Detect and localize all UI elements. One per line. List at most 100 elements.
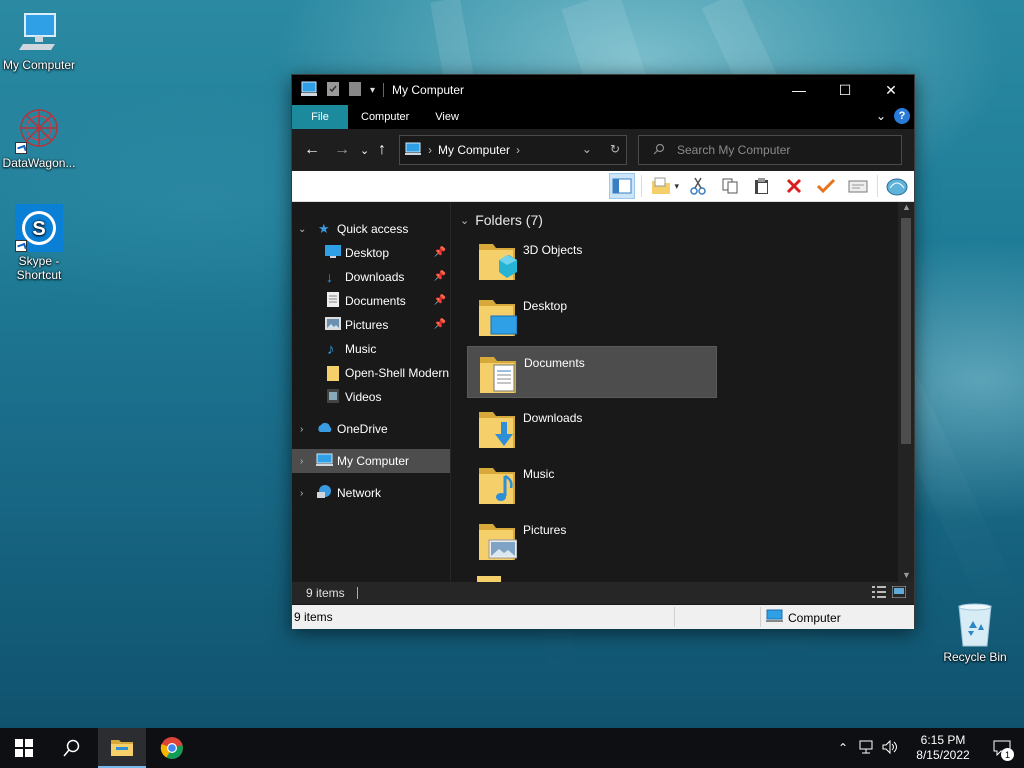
scroll-down-icon[interactable]: ▼ [902,570,911,580]
copy-icon[interactable] [717,173,743,199]
computer-icon [15,8,63,56]
cut-icon[interactable] [685,173,711,199]
folder-tile-documents[interactable]: Documents [467,346,717,398]
scrollbar-thumb[interactable] [901,218,911,444]
clock-time: 6:15 PM [920,733,966,747]
nav-item-downloads[interactable]: ↓ Downloads 📌 [292,265,450,289]
quick-access-toolbar: ▾ [292,81,385,100]
nav-quick-access[interactable]: ⌄ ★ Quick access [292,217,450,241]
expand-ribbon-chevron-icon[interactable]: ⌄ [876,109,886,123]
tab-view[interactable]: View [422,105,472,129]
maximize-button[interactable]: ☐ [822,75,868,105]
checkmark-icon[interactable] [813,173,839,199]
up-arrow-icon[interactable]: ↑ [378,141,386,159]
volume-icon[interactable] [882,739,898,757]
nav-onedrive[interactable]: › OneDrive [292,417,450,441]
customize-qat-icon[interactable]: ▾ [370,85,375,96]
search-box[interactable]: Search My Computer [638,135,902,165]
delete-icon[interactable] [781,173,807,199]
taskbar-chrome[interactable] [148,728,196,768]
computer-icon[interactable] [300,81,318,100]
downloads-folder-icon [477,406,517,450]
folder-tile-downloads[interactable]: Downloads [467,402,717,454]
nav-label: OneDrive [337,422,388,436]
views-dropdown-icon[interactable]: ▾ [674,181,679,192]
pin-icon: 📌 [433,319,446,330]
expanded-chevron-icon[interactable]: ⌄ [460,214,469,227]
expanded-chevron-icon[interactable]: ⌄ [298,224,306,235]
collapsed-chevron-icon[interactable]: › [300,488,303,499]
paste-icon[interactable] [749,173,775,199]
item-count: 9 items [294,610,333,624]
nav-item-videos[interactable]: Videos [292,385,450,409]
nav-item-pictures[interactable]: Pictures 📌 [292,313,450,337]
vertical-scrollbar[interactable]: ▲ ▼ [898,202,914,582]
nav-item-music[interactable]: ♪ Music [292,337,450,361]
search-button[interactable] [48,728,96,768]
collapsed-chevron-icon[interactable]: › [300,456,303,467]
help-icon[interactable]: ? [894,108,910,124]
skype-icon: S [15,204,63,252]
desktop-icon-my-computer[interactable]: My Computer [0,8,79,72]
nav-label: Downloads [345,270,405,284]
nav-item-documents[interactable]: Documents 📌 [292,289,450,313]
desktop-icon-skype[interactable]: S Skype - Shortcut [0,204,79,282]
title-bar[interactable]: ▾ My Computer — ☐ ✕ [292,75,914,105]
system-tray: ⌃ 6:15 PM 8/15/2022 1 [838,728,1024,768]
address-dropdown-icon[interactable]: ⌄ [582,142,592,156]
refresh-icon[interactable]: ↻ [610,142,620,156]
large-icons-view-icon[interactable] [891,585,907,601]
computer-icon [766,609,783,626]
address-bar[interactable]: › My Computer › ⌄ ↻ [399,135,627,165]
divider [760,607,761,627]
network-status-icon[interactable] [858,740,874,757]
show-hidden-icons-chevron-icon[interactable]: ⌃ [838,741,848,755]
breadcrumb-separator-icon: › [428,143,432,157]
nav-network[interactable]: › Network [292,481,450,505]
nav-item-open-shell[interactable]: Open-Shell Modern [292,361,450,385]
folder-name: 3D Objects [523,243,583,257]
action-center-button[interactable]: 1 [980,728,1024,768]
computer-icon [404,142,422,159]
tab-computer[interactable]: Computer [348,105,422,129]
desktop-icon-label: Skype - Shortcut [16,254,62,282]
pictures-folder-icon [477,518,518,562]
desktop-icon-recycle-bin[interactable]: Recycle Bin [935,600,1015,664]
music-note-icon: ♪ [327,340,335,358]
new-folder-icon[interactable] [348,81,362,100]
breadcrumb-separator-icon: › [516,143,521,157]
group-header[interactable]: ⌄ Folders (7) [460,212,543,228]
folder-tile-desktop[interactable]: Desktop [467,290,717,342]
desktop-icon-label: My Computer [2,58,76,72]
star-icon: ★ [318,221,330,236]
forward-arrow-icon[interactable]: → [334,141,350,159]
properties-icon[interactable] [326,81,340,100]
tab-file[interactable]: File [292,105,348,129]
scroll-up-icon[interactable]: ▲ [902,202,911,212]
folder-tile-pictures[interactable]: Pictures [467,514,717,566]
desktop-icon-datawagon[interactable]: DataWagon... [0,106,79,170]
folder-tile-music[interactable]: Music [467,458,717,510]
properties-icon[interactable] [648,173,674,199]
details-view-icon[interactable] [872,586,886,601]
explorer-window: ▾ My Computer — ☐ ✕ File Computer View ⌄… [291,74,915,629]
close-button[interactable]: ✕ [868,75,914,105]
nav-label: Documents [345,294,406,308]
collapsed-chevron-icon[interactable]: › [300,424,303,435]
open-shell-icon[interactable] [884,173,910,199]
folder-tile-3d-objects[interactable]: 3D Objects [467,234,717,286]
nav-label: Open-Shell Modern [345,366,450,380]
start-button[interactable] [0,728,48,768]
email-icon[interactable] [845,173,871,199]
minimize-button[interactable]: — [776,75,822,105]
back-arrow-icon[interactable]: ← [304,141,320,159]
nav-my-computer[interactable]: › My Computer [292,449,450,473]
pictures-icon [325,317,341,333]
recent-locations-chevron-icon[interactable]: ⌄ [360,144,369,157]
breadcrumb-location[interactable]: My Computer [438,143,510,157]
nav-item-desktop[interactable]: Desktop 📌 [292,241,450,265]
navigation-pane-toggle-icon[interactable] [609,173,636,199]
taskbar-file-explorer[interactable] [98,728,146,768]
clock[interactable]: 6:15 PM 8/15/2022 [906,733,980,763]
nav-label: My Computer [337,454,410,468]
